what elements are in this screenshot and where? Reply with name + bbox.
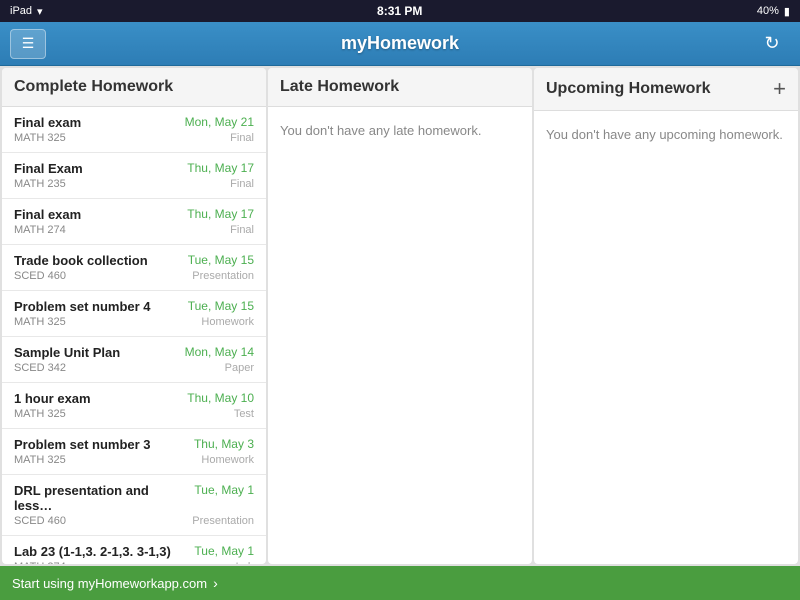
menu-button[interactable]: ☰ (10, 29, 46, 59)
banner-text: Start using myHomeworkapp.com (12, 576, 207, 591)
list-item[interactable]: Final exam Mon, May 21 MATH 325 Final (2, 107, 266, 153)
list-item[interactable]: Problem set number 4 Tue, May 15 MATH 32… (2, 291, 266, 337)
hw-item-course: SCED 342 (14, 362, 66, 374)
hw-item-type: Homework (201, 316, 254, 328)
battery-label: 40% (757, 5, 779, 17)
hw-item-date: Tue, May 15 (188, 253, 254, 267)
complete-homework-column: Complete Homework Final exam Mon, May 21… (2, 68, 266, 564)
hw-item-name: Lab 23 (1-1,3. 2-1,3. 3-1,3) (14, 544, 186, 559)
hw-item-date: Thu, May 10 (187, 391, 254, 405)
hw-item-name: Problem set number 4 (14, 299, 180, 314)
complete-homework-header: Complete Homework (2, 68, 266, 107)
late-homework-column: Late Homework You don't have any late ho… (268, 68, 532, 564)
hw-item-course: MATH 325 (14, 408, 66, 420)
refresh-button[interactable]: ↻ (754, 29, 790, 59)
wifi-icon: ▾ (37, 5, 43, 18)
hw-item-date: Tue, May 15 (188, 299, 254, 313)
status-time: 8:31 PM (377, 4, 422, 18)
hw-item-course: MATH 274 (14, 224, 66, 236)
list-item[interactable]: Lab 23 (1-1,3. 2-1,3. 3-1,3) Tue, May 1 … (2, 536, 266, 564)
hw-item-date: Mon, May 21 (185, 115, 254, 129)
hw-item-type: Final (230, 178, 254, 190)
hw-item-date: Thu, May 17 (187, 161, 254, 175)
complete-homework-title: Complete Homework (14, 78, 173, 96)
upcoming-homework-title: Upcoming Homework (546, 80, 710, 98)
list-item[interactable]: Final Exam Thu, May 17 MATH 235 Final (2, 153, 266, 199)
hw-item-type: Homework (201, 454, 254, 466)
list-item[interactable]: Final exam Thu, May 17 MATH 274 Final (2, 199, 266, 245)
late-homework-title: Late Homework (280, 78, 399, 96)
hw-item-course: MATH 325 (14, 454, 66, 466)
hw-item-course: MATH 274 (14, 561, 66, 564)
hw-item-name: DRL presentation and less… (14, 483, 186, 513)
status-bar: iPad ▾ 8:31 PM 40% ▮ (0, 0, 800, 22)
upcoming-homework-list: You don't have any upcoming homework. (534, 111, 798, 564)
hw-item-name: Final Exam (14, 161, 179, 176)
status-left: iPad ▾ (10, 5, 43, 18)
banner-arrow-icon: › (213, 575, 218, 591)
hw-item-type: Final (230, 132, 254, 144)
hw-item-name: Final exam (14, 115, 177, 130)
app-title: myHomework (341, 33, 459, 54)
complete-homework-list: Final exam Mon, May 21 MATH 325 Final Fi… (2, 107, 266, 564)
hw-item-type: Lab (236, 561, 254, 564)
late-empty-message: You don't have any late homework. (268, 107, 532, 154)
upcoming-homework-column: Upcoming Homework + You don't have any u… (534, 68, 798, 564)
hw-item-course: SCED 460 (14, 515, 66, 527)
battery-icon: ▮ (784, 5, 790, 18)
hw-item-type: Final (230, 224, 254, 236)
list-item[interactable]: 1 hour exam Thu, May 10 MATH 325 Test (2, 383, 266, 429)
carrier-label: iPad (10, 5, 32, 17)
hw-item-name: Trade book collection (14, 253, 180, 268)
hw-item-course: MATH 325 (14, 132, 66, 144)
nav-bar: ☰ myHomework ↻ (0, 22, 800, 66)
hw-item-course: SCED 460 (14, 270, 66, 282)
status-right: 40% ▮ (757, 5, 790, 18)
late-homework-header: Late Homework (268, 68, 532, 107)
hw-item-name: Sample Unit Plan (14, 345, 177, 360)
list-item[interactable]: Sample Unit Plan Mon, May 14 SCED 342 Pa… (2, 337, 266, 383)
late-homework-list: You don't have any late homework. (268, 107, 532, 564)
hw-item-type: Presentation (192, 515, 254, 527)
hw-item-date: Thu, May 17 (187, 207, 254, 221)
upcoming-homework-header: Upcoming Homework + (534, 68, 798, 111)
bottom-banner[interactable]: Start using myHomeworkapp.com › (0, 566, 800, 600)
main-content: Complete Homework Final exam Mon, May 21… (0, 66, 800, 566)
hw-item-type: Paper (225, 362, 254, 374)
hw-item-course: MATH 325 (14, 316, 66, 328)
hw-item-date: Thu, May 3 (194, 437, 254, 451)
hw-item-date: Tue, May 1 (194, 483, 254, 497)
hw-item-name: Problem set number 3 (14, 437, 186, 452)
hw-item-date: Tue, May 1 (194, 544, 254, 558)
hw-item-type: Presentation (192, 270, 254, 282)
hw-item-date: Mon, May 14 (185, 345, 254, 359)
list-item[interactable]: DRL presentation and less… Tue, May 1 SC… (2, 475, 266, 536)
hw-item-type: Test (234, 408, 254, 420)
add-homework-button[interactable]: + (773, 78, 786, 100)
hw-item-course: MATH 235 (14, 178, 66, 190)
hw-item-name: 1 hour exam (14, 391, 179, 406)
upcoming-empty-message: You don't have any upcoming homework. (534, 111, 798, 158)
hw-item-name: Final exam (14, 207, 179, 222)
list-item[interactable]: Trade book collection Tue, May 15 SCED 4… (2, 245, 266, 291)
list-item[interactable]: Problem set number 3 Thu, May 3 MATH 325… (2, 429, 266, 475)
